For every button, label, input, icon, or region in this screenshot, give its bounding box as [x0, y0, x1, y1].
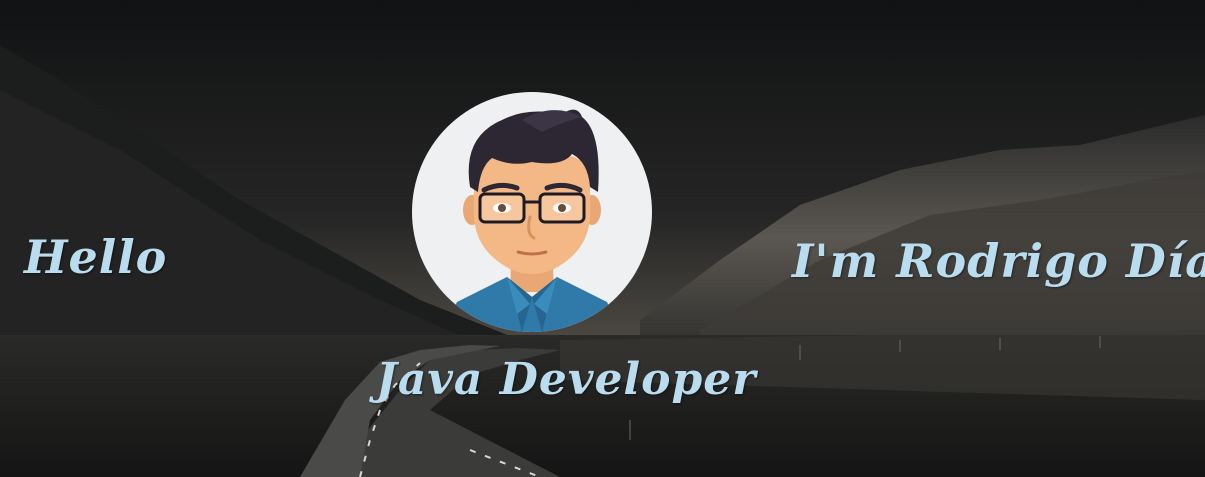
- greeting-text: Hello: [24, 230, 168, 284]
- intro-name-text: I'm Rodrigo Díaz: [792, 234, 1205, 288]
- avatar: [412, 92, 652, 332]
- hero-section: Hello I'm Rodrigo Díaz Java Developer: [0, 0, 1205, 477]
- developer-avatar-icon: [442, 109, 622, 332]
- role-text: Java Developer: [376, 354, 757, 405]
